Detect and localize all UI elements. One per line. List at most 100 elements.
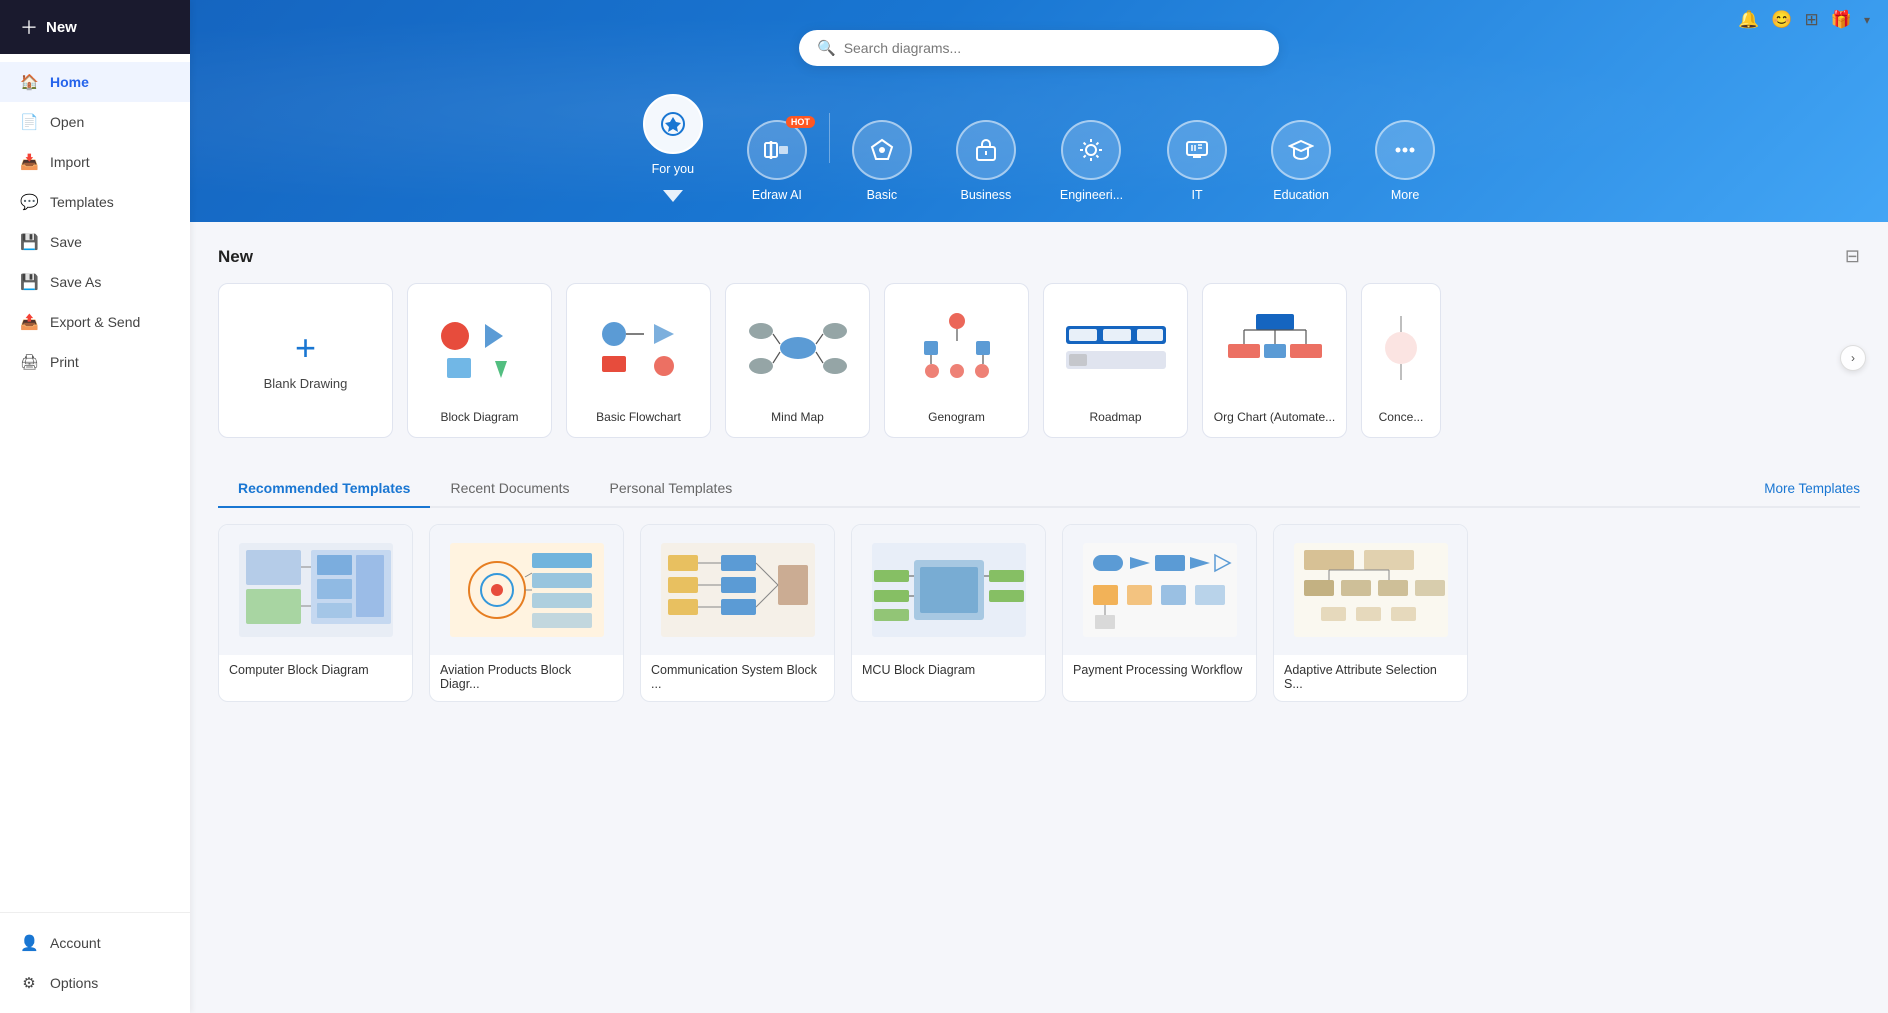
template-card-basic-flowchart[interactable]: Basic Flowchart — [566, 283, 711, 438]
sidebar-label-save-as: Save As — [50, 274, 101, 290]
category-basic[interactable]: Basic — [830, 120, 934, 202]
tab-personal[interactable]: Personal Templates — [590, 470, 753, 508]
new-button[interactable]: ＋ New — [0, 0, 190, 54]
recommended-section: Recommended Templates Recent Documents P… — [218, 470, 1860, 702]
rec-card-comm-system[interactable]: Communication System Block ... — [640, 524, 835, 702]
category-it[interactable]: IT — [1145, 120, 1249, 202]
sidebar-nav: 🏠 Home 📄 Open 📥 Import 💬 Templates 💾 Sav… — [0, 54, 190, 912]
sidebar-item-save-as[interactable]: 💾 Save As — [0, 262, 190, 302]
category-more-label: More — [1391, 188, 1419, 202]
sidebar-item-home[interactable]: 🏠 Home — [0, 62, 190, 102]
tab-recommended[interactable]: Recommended Templates — [218, 470, 430, 508]
genogram-label: Genogram — [920, 404, 993, 428]
mcu-block-thumb — [852, 525, 1045, 655]
basic-icon — [852, 120, 912, 180]
sidebar-label-account: Account — [50, 935, 101, 951]
adaptive-attr-thumb — [1274, 525, 1467, 655]
template-card-mind-map[interactable]: Mind Map — [725, 283, 870, 438]
category-more[interactable]: More — [1353, 120, 1457, 202]
for-you-icon — [643, 94, 703, 154]
template-card-org-chart[interactable]: Org Chart (Automate... — [1202, 283, 1347, 438]
template-card-concept[interactable]: Conce... — [1361, 283, 1441, 438]
more-templates-link[interactable]: More Templates — [1764, 471, 1860, 506]
category-basic-label: Basic — [867, 188, 898, 202]
blank-plus-icon: + — [295, 330, 316, 366]
category-education[interactable]: Education — [1249, 120, 1353, 202]
sidebar-label-options: Options — [50, 975, 98, 991]
template-card-block-diagram[interactable]: Block Diagram — [407, 283, 552, 438]
rec-card-payment-workflow[interactable]: Payment Processing Workflow — [1062, 524, 1257, 702]
org-chart-label: Org Chart (Automate... — [1206, 404, 1343, 428]
active-indicator — [663, 190, 683, 202]
save-as-icon: 💾 — [20, 273, 38, 291]
category-edraw-ai[interactable]: HOT Edraw AI — [725, 120, 829, 202]
tab-recent[interactable]: Recent Documents — [430, 470, 589, 508]
recommended-grid: Computer Block Diagram — [218, 524, 1860, 702]
rec-card-mcu-block[interactable]: MCU Block Diagram — [851, 524, 1046, 702]
sidebar-item-account[interactable]: 👤 Account — [0, 923, 190, 963]
category-engineering[interactable]: Engineeri... — [1038, 120, 1145, 202]
category-for-you[interactable]: For you — [621, 94, 725, 202]
category-engineering-label: Engineeri... — [1060, 188, 1123, 202]
sidebar-label-open: Open — [50, 114, 84, 130]
category-bar: For you HOT Edraw AI Basic — [601, 94, 1477, 202]
gift-icon[interactable]: 🎁 — [1831, 10, 1852, 30]
engineering-icon — [1061, 120, 1121, 180]
account-icon: 👤 — [20, 934, 38, 952]
new-section-title: New — [218, 247, 253, 267]
hero-banner: 🔍 For you HOT Edraw AI — [190, 0, 1888, 222]
category-for-you-label: For you — [652, 162, 694, 176]
new-templates-grid: + Blank Drawing Block Diagram — [218, 283, 1860, 442]
tabs-row: Recommended Templates Recent Documents P… — [218, 470, 1860, 508]
rec-card-adaptive-attr[interactable]: Adaptive Attribute Selection S... — [1273, 524, 1468, 702]
sidebar-item-save[interactable]: 💾 Save — [0, 222, 190, 262]
sidebar-label-import: Import — [50, 154, 90, 170]
category-business[interactable]: Business — [934, 120, 1038, 202]
grid-apps-icon[interactable]: ⊞ — [1805, 10, 1819, 30]
category-education-label: Education — [1273, 188, 1329, 202]
sidebar-label-home: Home — [50, 74, 89, 90]
sidebar-item-options[interactable]: ⚙ Options — [0, 963, 190, 1003]
comm-system-thumb — [641, 525, 834, 655]
sidebar-item-open[interactable]: 📄 Open — [0, 102, 190, 142]
sidebar-item-templates[interactable]: 💬 Templates — [0, 182, 190, 222]
computer-block-label: Computer Block Diagram — [219, 655, 412, 687]
bell-icon[interactable]: 🔔 — [1738, 10, 1759, 30]
template-card-roadmap[interactable]: Roadmap — [1043, 283, 1188, 438]
rec-card-aviation-block[interactable]: Aviation Products Block Diagr... — [429, 524, 624, 702]
payment-workflow-label: Payment Processing Workflow — [1063, 655, 1256, 687]
category-edraw-ai-label: Edraw AI — [752, 188, 802, 202]
sidebar-label-save: Save — [50, 234, 82, 250]
search-input[interactable] — [844, 40, 1261, 56]
aviation-block-thumb — [430, 525, 623, 655]
basic-flowchart-thumb — [567, 294, 710, 404]
genogram-thumb — [885, 294, 1028, 404]
template-card-genogram[interactable]: Genogram — [884, 283, 1029, 438]
section-settings-icon[interactable]: ⊟ — [1845, 246, 1860, 267]
sidebar-item-export[interactable]: 📤 Export & Send — [0, 302, 190, 342]
sidebar-label-print: Print — [50, 354, 79, 370]
aviation-block-label: Aviation Products Block Diagr... — [430, 655, 623, 701]
open-icon: 📄 — [20, 113, 38, 131]
payment-workflow-thumb — [1063, 525, 1256, 655]
blank-drawing-card[interactable]: + Blank Drawing — [218, 283, 393, 438]
page-content: New ⊟ + Blank Drawing — [190, 222, 1888, 726]
chevron-down-icon[interactable]: ▾ — [1864, 13, 1870, 27]
export-icon: 📤 — [20, 313, 38, 331]
hot-badge: HOT — [786, 116, 815, 128]
sidebar-item-import[interactable]: 📥 Import — [0, 142, 190, 182]
education-icon — [1271, 120, 1331, 180]
concept-thumb — [1362, 294, 1440, 404]
search-bar[interactable]: 🔍 — [799, 30, 1279, 66]
options-icon: ⚙ — [20, 974, 38, 992]
category-it-label: IT — [1192, 188, 1203, 202]
computer-block-thumb — [219, 525, 412, 655]
mind-map-thumb — [726, 294, 869, 404]
new-button-label: New — [46, 19, 77, 36]
user-circle-icon[interactable]: 😊 — [1771, 10, 1792, 30]
save-icon: 💾 — [20, 233, 38, 251]
sidebar-item-print[interactable]: 🖨 Print — [0, 342, 190, 382]
new-section: + Blank Drawing Block Diagram — [218, 283, 1860, 442]
new-grid-next-arrow[interactable]: › — [1840, 345, 1866, 371]
rec-card-computer-block[interactable]: Computer Block Diagram — [218, 524, 413, 702]
